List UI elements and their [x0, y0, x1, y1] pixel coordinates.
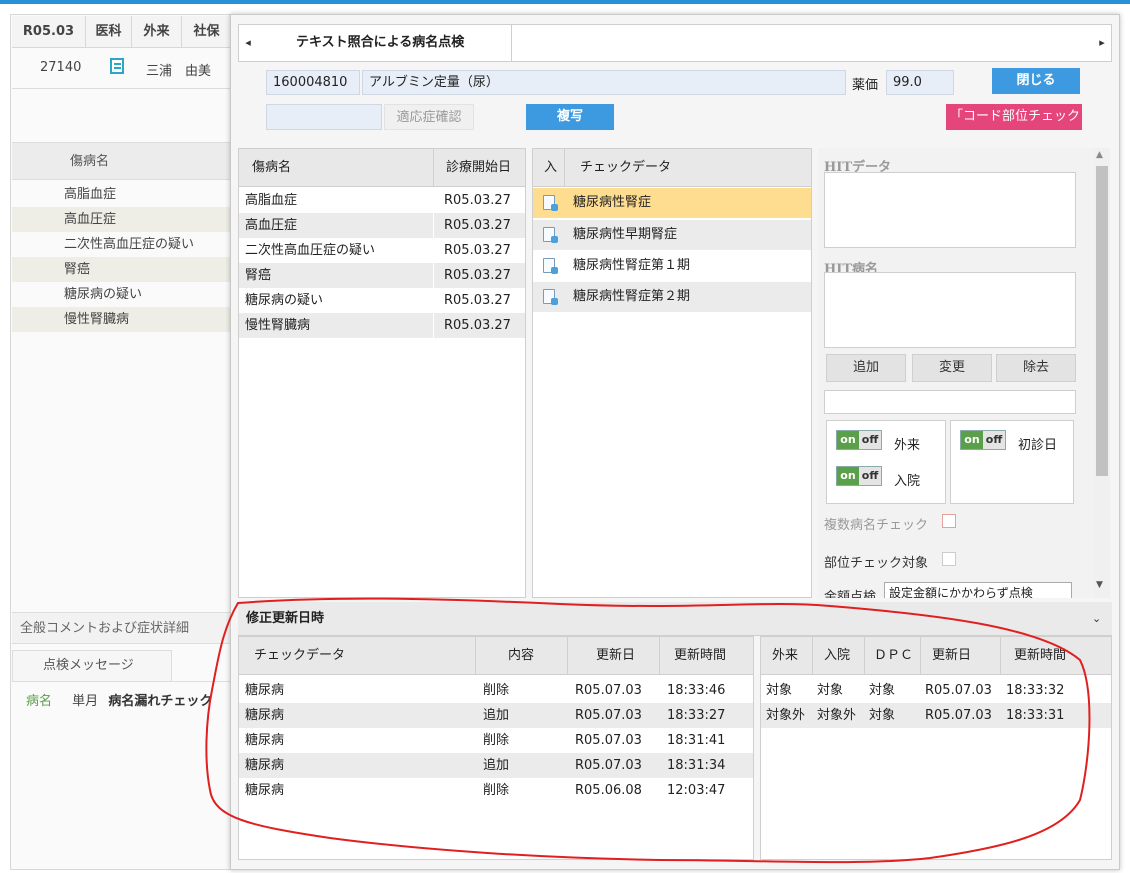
- red-annotation-circle: [205, 597, 1091, 864]
